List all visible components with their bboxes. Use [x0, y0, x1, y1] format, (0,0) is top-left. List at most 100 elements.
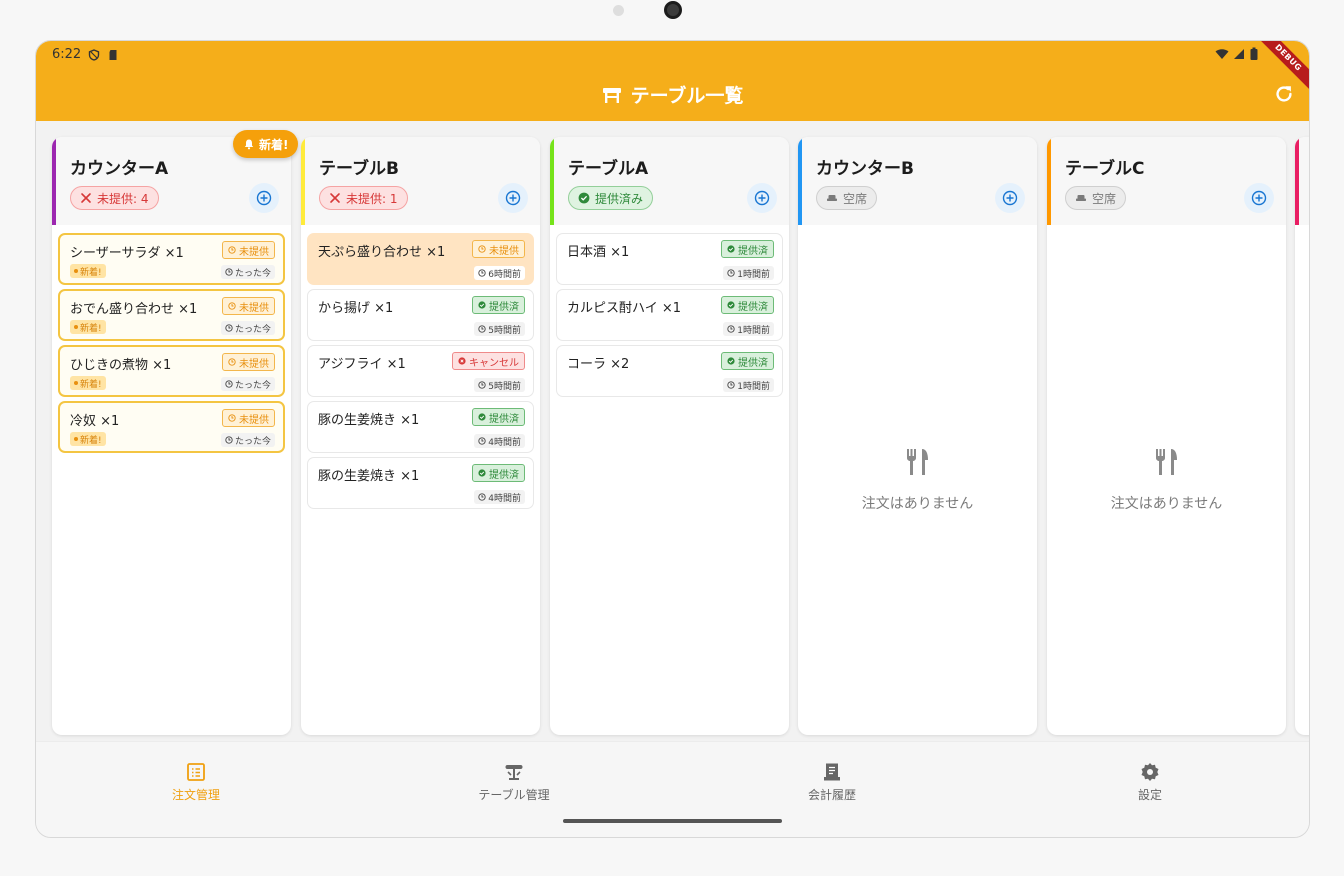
table-board: カウンターA 未提供: 4 シーザーサラダ ×1 未提供 新着! たった今 おで…: [36, 121, 1309, 741]
order-card[interactable]: アジフライ ×1 キャンセル 5時間前: [307, 345, 534, 397]
nav-item-settings[interactable]: 設定: [1070, 762, 1230, 803]
order-time-text: たった今: [234, 324, 271, 335]
order-list: 日本酒 ×1 提供済 1時間前 カルピス酎ハイ ×1 提供済 1時間前 コーラ …: [550, 225, 789, 409]
column-header: [1295, 137, 1309, 225]
order-time-text: 1時間前: [737, 381, 770, 392]
order-card[interactable]: おでん盛り合わせ ×1 未提供 新着! たった今: [58, 289, 285, 341]
order-status-text: 提供済: [738, 245, 768, 257]
nav-item-label: テーブル管理: [478, 788, 550, 802]
order-status-badge: 未提供: [222, 353, 275, 371]
order-status-text: 提供済: [738, 357, 768, 369]
table-column: カウンターB 空席 注文はありません: [798, 137, 1037, 735]
gear-icon: [1141, 763, 1159, 781]
order-time-text: 4時間前: [488, 437, 521, 448]
status-badge-text: 空席: [843, 191, 868, 206]
status-badge: 提供済み: [568, 186, 654, 210]
order-card[interactable]: 冷奴 ×1 未提供 新着! たった今: [58, 401, 285, 453]
nav-item-tables[interactable]: テーブル管理: [434, 762, 594, 803]
new-order-notification-badge[interactable]: 新着!: [233, 130, 299, 158]
nav-item-orders[interactable]: 注文管理: [116, 762, 276, 803]
order-name: コーラ ×2: [567, 357, 630, 372]
order-card[interactable]: から揚げ ×1 提供済 5時間前: [307, 289, 534, 341]
empty-state-text: 注文はありません: [861, 496, 974, 512]
add-order-button[interactable]: [498, 183, 528, 213]
wifi-icon: [1215, 49, 1229, 59]
order-name: 天ぷら盛り合わせ ×1: [318, 245, 446, 260]
order-time: たった今: [220, 265, 275, 279]
order-status-badge: 提供済: [721, 296, 774, 314]
clock-icon: [478, 325, 486, 333]
status-badge-text: 提供済み: [595, 191, 644, 206]
order-card[interactable]: シーザーサラダ ×1 未提供 新着! たった今: [58, 233, 285, 285]
new-order-badge-text: 新着!: [259, 137, 289, 152]
add-order-button[interactable]: [1244, 183, 1274, 213]
order-time: たった今: [220, 377, 275, 391]
order-card[interactable]: 豚の生姜焼き ×1 提供済 4時間前: [307, 457, 534, 509]
add-order-button[interactable]: [995, 183, 1025, 213]
add-circle-icon: [256, 190, 272, 206]
order-card[interactable]: カルピス酎ハイ ×1 提供済 1時間前: [556, 289, 783, 341]
order-status-text: 未提供: [239, 414, 269, 426]
add-circle-icon: [1251, 190, 1267, 206]
table-column[interactable]: [1295, 137, 1309, 735]
add-order-button[interactable]: [249, 183, 279, 213]
status-bar-right: [1215, 47, 1259, 61]
column-header: テーブルB 未提供: 1: [301, 137, 540, 225]
clock-icon: [228, 302, 236, 310]
order-time: 4時間前: [474, 434, 525, 448]
table-column: テーブルA 提供済み 日本酒 ×1 提供済 1時間前 カルピス酎ハイ ×1 提供…: [550, 137, 789, 735]
order-name: カルピス酎ハイ ×1: [567, 301, 682, 316]
add-order-button[interactable]: [747, 183, 777, 213]
check-circle-icon: [727, 357, 735, 365]
restaurant-icon: [1155, 449, 1177, 475]
order-time-text: 1時間前: [737, 269, 770, 280]
status-time: 6:22: [52, 47, 82, 62]
empty-state-text: 注文はありません: [1110, 496, 1223, 512]
check-circle-icon: [478, 301, 486, 309]
order-card[interactable]: コーラ ×2 提供済 1時間前: [556, 345, 783, 397]
table-name: カウンターA: [70, 159, 169, 179]
order-time: 5時間前: [474, 322, 525, 336]
home-indicator[interactable]: [563, 819, 782, 823]
restaurant-icon: [906, 449, 928, 475]
order-status-text: 未提供: [489, 245, 519, 257]
camera-dot: [613, 5, 624, 16]
order-card[interactable]: 日本酒 ×1 提供済 1時間前: [556, 233, 783, 285]
table-column: テーブルB 未提供: 1 天ぷら盛り合わせ ×1 未提供 6時間前 から揚げ ×…: [301, 137, 540, 735]
table-name: テーブルC: [1065, 159, 1145, 179]
refresh-icon[interactable]: [1273, 83, 1295, 105]
order-time-text: 5時間前: [488, 381, 521, 392]
clock-icon: [225, 380, 233, 388]
empty-state: 注文はありません: [1047, 447, 1286, 513]
signal-icon: [1234, 49, 1244, 59]
order-list: 天ぷら盛り合わせ ×1 未提供 6時間前 から揚げ ×1 提供済 5時間前 アジ…: [301, 225, 540, 521]
column-header: テーブルC 空席: [1047, 137, 1286, 225]
clock-icon: [727, 269, 735, 277]
sd-card-icon: [109, 49, 117, 60]
order-time-text: たった今: [234, 436, 271, 447]
nav-item-billing-history[interactable]: 会計履歴: [752, 762, 912, 803]
new-order-tag-text: 新着!: [80, 435, 102, 446]
seat-icon: [1076, 195, 1086, 201]
clock-icon: [228, 414, 236, 422]
order-card[interactable]: 豚の生姜焼き ×1 提供済 4時間前: [307, 401, 534, 453]
check-circle-icon: [478, 413, 486, 421]
clock-icon: [225, 324, 233, 332]
page-title-text: テーブル一覧: [630, 85, 744, 107]
order-status-text: 提供済: [489, 469, 519, 481]
add-circle-icon: [754, 190, 770, 206]
new-dot-icon: [74, 437, 78, 441]
front-camera: [664, 1, 682, 19]
clock-icon: [478, 381, 486, 389]
battery-icon: [1250, 47, 1258, 60]
order-card[interactable]: ひじきの煮物 ×1 未提供 新着! たった今: [58, 345, 285, 397]
order-time-text: 1時間前: [737, 325, 770, 336]
status-badge-text: 空席: [1092, 191, 1117, 206]
clock-icon: [225, 268, 233, 276]
order-status-badge: 未提供: [222, 241, 275, 259]
tablet-screen: 6:22 DEBUG テーブル一覧 カウンターA 未提供: 4 シーザーサラダ …: [35, 40, 1310, 838]
order-status-badge: 提供済: [472, 464, 525, 482]
clock-icon: [478, 493, 486, 501]
order-name: 豚の生姜焼き ×1: [318, 469, 420, 484]
order-card[interactable]: 天ぷら盛り合わせ ×1 未提供 6時間前: [307, 233, 534, 285]
